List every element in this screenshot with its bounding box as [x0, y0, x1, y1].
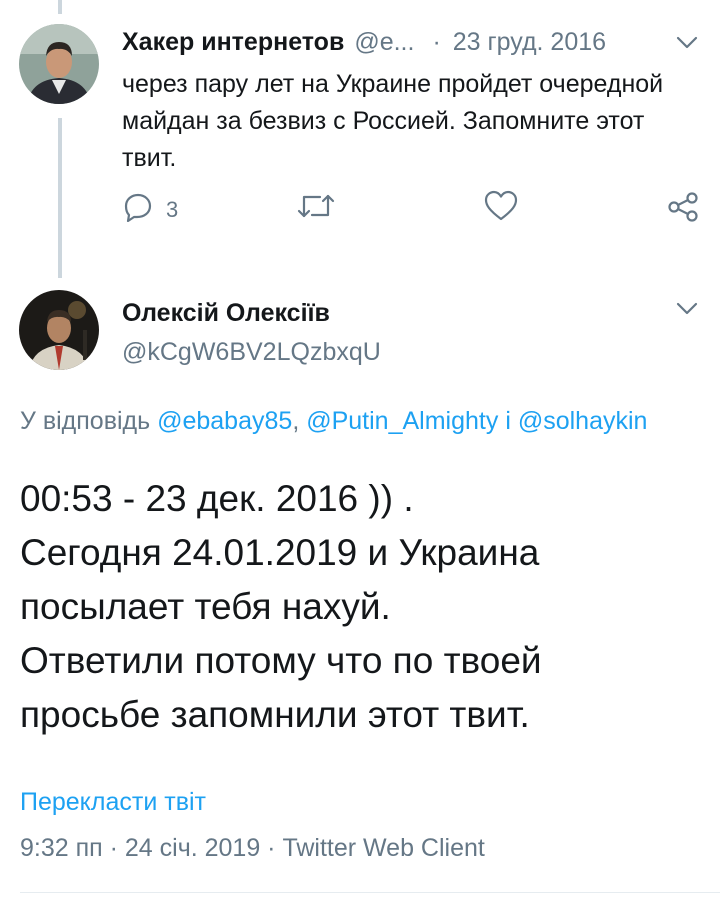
author-avatar-1[interactable] [19, 24, 99, 104]
tweet-text-line: Сегодня 24.01.2019 и Украина [20, 532, 540, 573]
separator: · [432, 28, 441, 56]
comma: , [292, 407, 300, 435]
reply-button[interactable]: 3 [122, 192, 178, 227]
reply-count: 3 [166, 196, 179, 222]
author-avatar-2[interactable] [19, 290, 99, 370]
thread-line-top [58, 0, 62, 14]
tweet-text-line: Ответили потому что по твоей [20, 640, 542, 681]
reply-context: У відповідь @ebabay85, @Putin_Almighty і… [20, 404, 660, 438]
author-handle[interactable]: @kCgW6BV2LQzbxqU [122, 338, 381, 367]
retweet-icon [296, 190, 336, 227]
reply-prefix: У відповідь [20, 407, 151, 435]
conjunction: і [505, 407, 511, 435]
tweet-date[interactable]: 23 груд. 2016 [453, 28, 606, 56]
tweet-text-line: 00:53 - 23 дек. 2016 )) . [20, 478, 414, 519]
chevron-down-icon[interactable] [676, 36, 698, 50]
reply-icon [122, 192, 154, 227]
like-button[interactable] [483, 190, 519, 227]
tweet-1-header: Хакер интернетов @e... · 23 груд. 2016 [122, 26, 606, 58]
author-name[interactable]: Олексій Олексіїв [122, 299, 330, 328]
share-icon [666, 190, 700, 229]
thread-line [58, 118, 62, 278]
tweet-timestamp[interactable]: 9:32 пп · 24 січ. 2019 · Twitter Web Cli… [20, 834, 485, 863]
like-icon [483, 190, 519, 227]
divider [20, 892, 720, 893]
translate-tweet-link[interactable]: Перекласти твіт [20, 788, 206, 817]
retweet-button[interactable] [296, 190, 336, 227]
author-name[interactable]: Хакер интернетов [122, 28, 344, 56]
author-handle[interactable]: @e... [354, 28, 414, 56]
tweet-text-line: просьбе запомнили этот твит. [20, 694, 530, 735]
tweet-1-text: через пару лет на Украине пройдет очеред… [122, 70, 664, 172]
tweet-text-line: посылает тебя нахуй. [20, 586, 391, 627]
share-button[interactable] [666, 190, 700, 229]
chevron-down-icon[interactable] [676, 302, 698, 316]
mention-link[interactable]: @solhaykin [518, 407, 648, 435]
tweet-1-actions: 3 [0, 190, 720, 226]
tweet-2-text: 00:53 - 23 дек. 2016 )) . Сегодня 24.01.… [20, 472, 710, 742]
mention-link[interactable]: @ebabay85 [157, 407, 292, 435]
mention-link[interactable]: @Putin_Almighty [306, 407, 498, 435]
